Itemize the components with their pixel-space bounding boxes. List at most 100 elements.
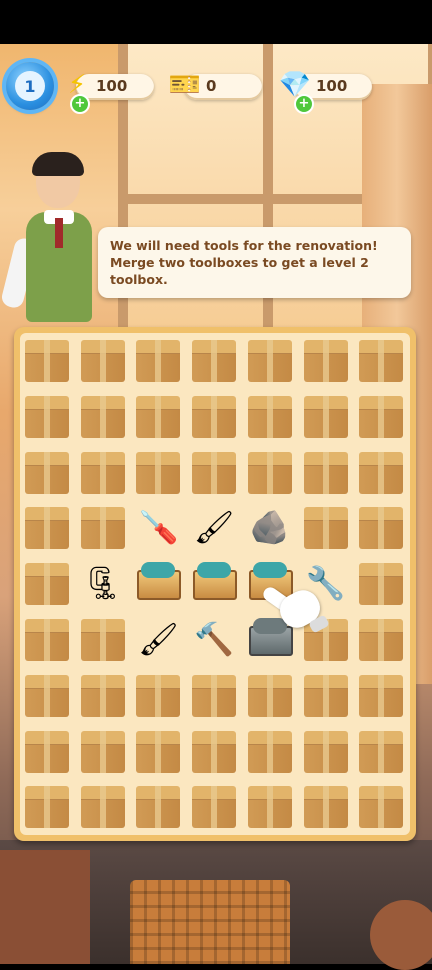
sealed-box-cell[interactable] bbox=[243, 779, 297, 833]
sealed-box-cell[interactable] bbox=[299, 333, 353, 387]
screwdriver-icon: 🪛 bbox=[138, 508, 179, 547]
cardboard-box-icon bbox=[80, 507, 125, 550]
sealed-box-cell[interactable] bbox=[243, 445, 297, 499]
sealed-box-cell[interactable] bbox=[131, 724, 185, 778]
cardboard-box-icon bbox=[80, 786, 125, 829]
sealed-box-cell[interactable] bbox=[299, 779, 353, 833]
brush-cell[interactable]: 🖌 bbox=[187, 500, 241, 554]
cardboard-box-icon bbox=[25, 786, 69, 829]
level-badge[interactable]: 1 bbox=[6, 62, 54, 110]
sealed-box-cell[interactable] bbox=[76, 724, 130, 778]
sealed-box-cell[interactable] bbox=[20, 445, 74, 499]
cardboard-box-icon bbox=[303, 340, 348, 382]
cardboard-box-icon bbox=[25, 674, 69, 717]
ticket-value: 0 bbox=[206, 77, 217, 95]
sealed-box-cell[interactable] bbox=[20, 333, 74, 387]
sealed-box-cell[interactable] bbox=[354, 612, 408, 666]
sealed-box-cell[interactable] bbox=[354, 779, 408, 833]
sealed-box-cell[interactable] bbox=[131, 779, 185, 833]
sealed-box-cell[interactable] bbox=[20, 500, 74, 554]
toolbox-cell[interactable] bbox=[131, 556, 185, 610]
sealed-box-cell[interactable] bbox=[20, 668, 74, 722]
cardboard-box-icon bbox=[359, 563, 404, 606]
tutorial-hand-pointer bbox=[260, 580, 330, 640]
sealed-box-cell[interactable] bbox=[76, 779, 130, 833]
clamp-cell[interactable]: 🗜 bbox=[76, 556, 130, 610]
screwdriver-cell[interactable]: 🪛 bbox=[131, 500, 185, 554]
sealed-box-cell[interactable] bbox=[354, 668, 408, 722]
cardboard-box-icon bbox=[136, 674, 181, 717]
sealed-box-cell[interactable] bbox=[243, 333, 297, 387]
sealed-box-cell[interactable] bbox=[299, 724, 353, 778]
sealed-box-cell[interactable] bbox=[20, 612, 74, 666]
cardboard-box-icon bbox=[303, 395, 348, 438]
cardboard-box-icon bbox=[303, 674, 348, 717]
sealed-box-cell[interactable] bbox=[187, 779, 241, 833]
cardboard-box-icon bbox=[80, 451, 125, 494]
cardboard-box-icon bbox=[192, 340, 237, 382]
sealed-box-cell[interactable] bbox=[131, 445, 185, 499]
sealed-box-cell[interactable] bbox=[187, 389, 241, 443]
sealed-box-cell[interactable] bbox=[299, 389, 353, 443]
sealed-box-cell[interactable] bbox=[131, 389, 185, 443]
stone-cell[interactable]: 🪨 bbox=[243, 500, 297, 554]
sealed-box-cell[interactable] bbox=[20, 724, 74, 778]
sealed-box-cell[interactable] bbox=[243, 724, 297, 778]
sealed-box-cell[interactable] bbox=[20, 389, 74, 443]
sealed-box-cell[interactable] bbox=[299, 668, 353, 722]
sealed-box-cell[interactable] bbox=[354, 724, 408, 778]
energy-value: 100 bbox=[96, 77, 128, 95]
cardboard-box-icon bbox=[25, 563, 69, 606]
sealed-box-cell[interactable] bbox=[299, 500, 353, 554]
cardboard-box-icon bbox=[359, 674, 404, 717]
ball bbox=[370, 900, 432, 970]
cardboard-box-icon bbox=[247, 674, 292, 717]
cardboard-box-icon bbox=[25, 507, 69, 550]
cardboard-box-icon bbox=[359, 507, 404, 550]
toolbox-cell[interactable] bbox=[187, 556, 241, 610]
sealed-box-cell[interactable] bbox=[354, 389, 408, 443]
sealed-box-cell[interactable] bbox=[354, 556, 408, 610]
laundry-basket bbox=[130, 880, 290, 964]
add-gems-button[interactable]: + bbox=[294, 94, 314, 114]
sealed-box-cell[interactable] bbox=[354, 445, 408, 499]
character-tie bbox=[55, 218, 63, 248]
cardboard-box-icon bbox=[303, 451, 348, 494]
sealed-box-cell[interactable] bbox=[76, 612, 130, 666]
window-bar bbox=[263, 44, 273, 374]
add-energy-button[interactable]: + bbox=[70, 94, 90, 114]
sealed-box-cell[interactable] bbox=[20, 779, 74, 833]
sealed-box-cell[interactable] bbox=[187, 724, 241, 778]
cardboard-box-icon bbox=[247, 451, 292, 494]
sealed-box-cell[interactable] bbox=[131, 668, 185, 722]
sealed-box-cell[interactable] bbox=[354, 500, 408, 554]
cardboard-box-icon bbox=[25, 619, 69, 661]
cardboard-box-icon bbox=[359, 730, 404, 773]
sealed-box-cell[interactable] bbox=[243, 668, 297, 722]
sealed-box-cell[interactable] bbox=[76, 445, 130, 499]
chisel-cell[interactable]: 🔨 bbox=[187, 612, 241, 666]
cardboard-box-icon bbox=[359, 619, 404, 661]
sealed-box-cell[interactable] bbox=[131, 333, 185, 387]
cardboard-box-icon bbox=[247, 730, 292, 773]
merge-board: 🪛 🖌 🪨 🗜 🔧 🖌 🔨 bbox=[14, 327, 416, 841]
cardboard-box-icon bbox=[80, 619, 125, 661]
character-avatar bbox=[0, 152, 108, 324]
sealed-box-cell[interactable] bbox=[76, 389, 130, 443]
sealed-box-cell[interactable] bbox=[299, 445, 353, 499]
cardboard-box-icon bbox=[192, 730, 237, 773]
sealed-box-cell[interactable] bbox=[187, 333, 241, 387]
sealed-box-cell[interactable] bbox=[20, 556, 74, 610]
sealed-box-cell[interactable] bbox=[76, 668, 130, 722]
sealed-box-cell[interactable] bbox=[243, 389, 297, 443]
sealed-box-cell[interactable] bbox=[76, 333, 130, 387]
sealed-box-cell[interactable] bbox=[76, 500, 130, 554]
sealed-box-cell[interactable] bbox=[187, 445, 241, 499]
gem-value: 100 bbox=[316, 77, 348, 95]
sealed-box-cell[interactable] bbox=[354, 333, 408, 387]
dialog-bubble[interactable]: We will need tools for the renovation! M… bbox=[98, 227, 411, 298]
brush-cell[interactable]: 🖌 bbox=[131, 612, 185, 666]
sealed-box-cell[interactable] bbox=[187, 668, 241, 722]
stone-icon: 🪨 bbox=[249, 508, 290, 547]
level-number: 1 bbox=[15, 71, 45, 101]
